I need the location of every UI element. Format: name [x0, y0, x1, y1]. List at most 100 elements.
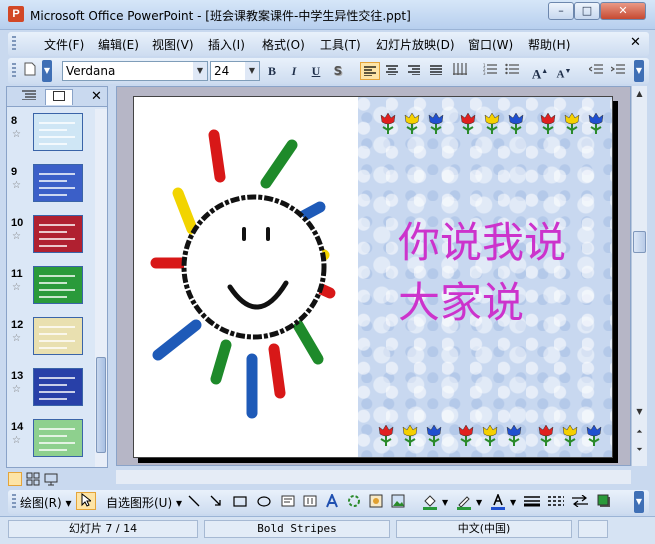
- slide-thumbnail[interactable]: [33, 215, 83, 253]
- close-button[interactable]: ✕: [600, 2, 646, 20]
- menu-format[interactable]: 格式(O): [262, 36, 305, 53]
- slide-thumbnail[interactable]: [33, 113, 83, 151]
- slide-title-line-2[interactable]: 大家说: [398, 269, 524, 330]
- slide-show-view-icon[interactable]: [44, 472, 58, 486]
- new-document-icon[interactable]: [20, 62, 40, 80]
- slide-thumbnail-item[interactable]: 9 ☆: [9, 164, 93, 210]
- menu-edit[interactable]: 编辑(E): [98, 36, 139, 53]
- italic-button[interactable]: I: [284, 62, 304, 80]
- slide-thumbnail[interactable]: [33, 368, 83, 406]
- chevron-down-icon[interactable]: ▼: [245, 62, 259, 80]
- chevron-down-icon[interactable]: ▼: [510, 498, 516, 507]
- decrease-indent-icon[interactable]: [586, 62, 606, 80]
- thumbnail-text-line: [39, 238, 75, 240]
- text-box-icon[interactable]: [278, 494, 298, 512]
- slide-sorter-view-icon[interactable]: [26, 472, 40, 486]
- slide-thumbnail-item[interactable]: 12 ☆: [9, 317, 93, 363]
- vertical-scrollbar[interactable]: ▲ ▼ ⏶ ⏷: [631, 86, 647, 466]
- chevron-down-icon[interactable]: ▼: [442, 498, 448, 507]
- draw-menu-button[interactable]: 绘图(R) ▾: [20, 494, 72, 511]
- fill-color-icon[interactable]: [420, 494, 440, 512]
- toolbar-options-chevron-icon[interactable]: ▼: [634, 60, 644, 82]
- slide-thumbnail-item[interactable]: 14 ☆: [9, 419, 93, 465]
- font-name-combo[interactable]: Verdana ▼: [62, 61, 208, 81]
- font-color-icon[interactable]: [488, 492, 508, 512]
- toolbar-options-chevron-icon[interactable]: ▼: [634, 491, 644, 513]
- arrow-style-icon[interactable]: [570, 494, 590, 512]
- previous-slide-icon[interactable]: ⏶: [632, 424, 647, 439]
- autoshapes-menu-button[interactable]: 自选图形(U) ▾: [106, 494, 182, 511]
- slide-title-line-1[interactable]: 你说我说: [398, 209, 566, 270]
- bullets-icon[interactable]: [502, 62, 522, 80]
- pane-scroll-thumb[interactable]: [96, 357, 106, 453]
- toolbar-options-chevron-icon[interactable]: ▼: [42, 60, 52, 82]
- normal-view-icon[interactable]: [8, 472, 22, 486]
- decrease-font-size-button[interactable]: A▼: [554, 62, 574, 81]
- menu-tools[interactable]: 工具(T): [320, 36, 361, 53]
- wordart-icon[interactable]: [322, 492, 342, 512]
- numbering-icon[interactable]: 123: [480, 62, 500, 80]
- current-slide[interactable]: 你说我说 大家说: [133, 96, 613, 458]
- slide-thumbnail-item[interactable]: 8 ☆: [9, 113, 93, 159]
- slide-thumbnail-item[interactable]: 11 ☆: [9, 266, 93, 312]
- slide-thumbnail-item[interactable]: 10 ☆: [9, 215, 93, 261]
- line-tool-icon[interactable]: [184, 494, 204, 512]
- tab-slides[interactable]: [45, 89, 73, 105]
- close-pane-icon[interactable]: ✕: [91, 89, 102, 104]
- slide-thumbnail[interactable]: [33, 419, 83, 457]
- menu-view[interactable]: 视图(V): [152, 36, 194, 53]
- bold-button[interactable]: B: [262, 62, 282, 80]
- distribute-text-icon[interactable]: [426, 62, 446, 80]
- flower-icon: [404, 113, 420, 134]
- oval-tool-icon[interactable]: [254, 494, 274, 512]
- flower-border-bottom: [378, 425, 602, 446]
- diagram-icon[interactable]: [344, 494, 364, 512]
- menu-window[interactable]: 窗口(W): [468, 36, 513, 53]
- scroll-thumb[interactable]: [633, 231, 646, 253]
- next-slide-icon[interactable]: ⏷: [632, 442, 647, 457]
- tab-outline[interactable]: [15, 89, 43, 105]
- align-right-icon[interactable]: [404, 62, 424, 80]
- underline-button[interactable]: U: [306, 62, 326, 80]
- horizontal-scrollbar[interactable]: [116, 470, 631, 484]
- insert-picture-icon[interactable]: [388, 494, 408, 512]
- align-center-icon[interactable]: [382, 62, 402, 80]
- vertical-text-box-icon[interactable]: [300, 494, 320, 512]
- shadow-style-icon[interactable]: [594, 494, 614, 512]
- clip-art-icon[interactable]: [366, 494, 386, 512]
- menu-help[interactable]: 帮助(H): [528, 36, 570, 53]
- minimize-button[interactable]: –: [548, 2, 574, 20]
- slide-thumbnail[interactable]: [33, 266, 83, 304]
- font-size-combo[interactable]: 24 ▼: [210, 61, 260, 81]
- pane-tabs: ✕: [7, 87, 107, 107]
- menu-grip[interactable]: [12, 36, 16, 52]
- slide-thumbnail-item[interactable]: 13 ☆: [9, 368, 93, 414]
- status-design-name[interactable]: Bold Stripes: [204, 520, 390, 538]
- toolbar-grip[interactable]: [12, 494, 16, 510]
- align-left-icon[interactable]: [360, 62, 380, 80]
- maximize-button[interactable]: □: [574, 2, 600, 20]
- sun-face: [181, 194, 327, 340]
- increase-font-size-button[interactable]: A▲: [530, 62, 550, 81]
- chevron-down-icon[interactable]: ▼: [193, 62, 207, 80]
- line-color-icon[interactable]: [454, 494, 474, 512]
- document-close-icon[interactable]: ✕: [630, 35, 641, 50]
- shadow-button[interactable]: S: [328, 62, 348, 80]
- rectangle-tool-icon[interactable]: [230, 494, 250, 512]
- slide-thumbnail[interactable]: [33, 317, 83, 355]
- chevron-down-icon[interactable]: ▼: [476, 498, 482, 507]
- menu-slideshow[interactable]: 幻灯片放映(D): [376, 36, 455, 53]
- menu-insert[interactable]: 插入(I): [208, 36, 245, 53]
- increase-indent-icon[interactable]: [608, 62, 628, 80]
- column-icon[interactable]: [450, 62, 470, 80]
- scroll-down-icon[interactable]: ▼: [632, 404, 647, 419]
- dash-style-icon[interactable]: [546, 494, 566, 512]
- select-pointer-icon[interactable]: [76, 492, 96, 510]
- slide-thumbnail[interactable]: [33, 164, 83, 202]
- scroll-up-icon[interactable]: ▲: [632, 86, 647, 101]
- menu-file[interactable]: 文件(F): [44, 36, 84, 53]
- toolbar-grip[interactable]: [12, 63, 16, 79]
- arrow-tool-icon[interactable]: [206, 494, 226, 512]
- status-language[interactable]: 中文(中国): [396, 520, 572, 538]
- line-style-icon[interactable]: [522, 494, 542, 512]
